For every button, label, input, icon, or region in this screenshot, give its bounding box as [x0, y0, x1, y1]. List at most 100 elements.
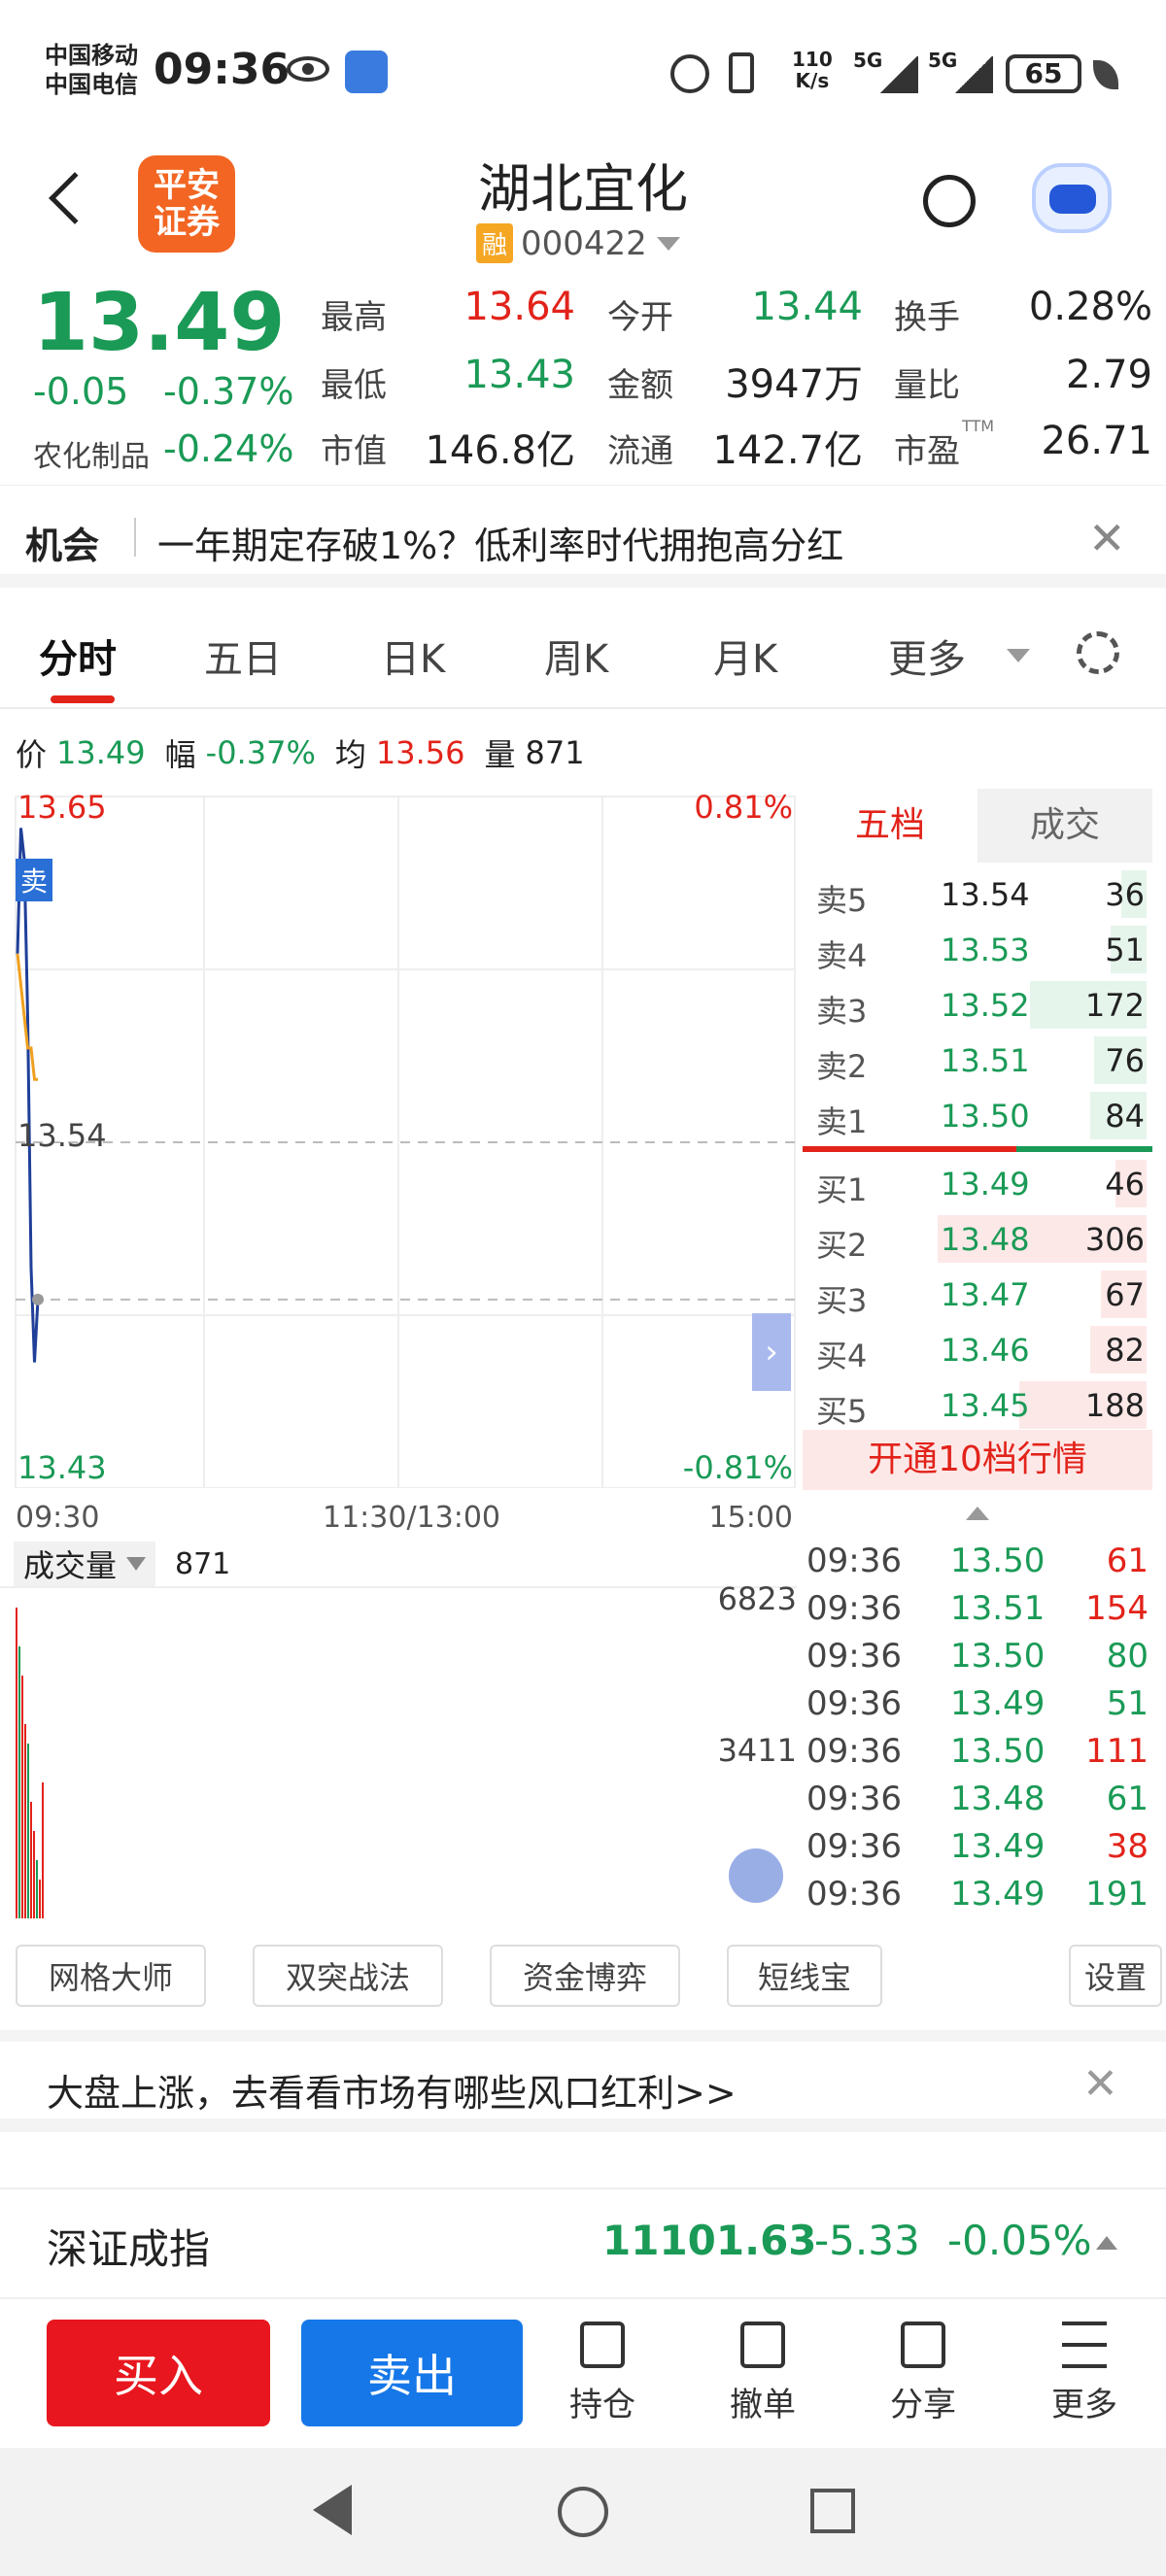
book-divider-green	[1016, 1146, 1152, 1152]
tab-period-1[interactable]: 五日	[204, 627, 282, 684]
volume-chart[interactable]: 成交量 871 6823 3411	[0, 1540, 797, 1918]
bid-level-row[interactable]: 买2 13.48 306	[803, 1211, 1152, 1267]
intraday-chart-svg	[15, 796, 796, 1489]
quote-field-label: 市盈	[894, 432, 960, 471]
opportunity-banner[interactable]: 机会 一年期定存破1%？低利率时代拥抱高分红 ✕	[0, 491, 1166, 588]
quote-field-label: 今开	[607, 298, 673, 337]
expand-panel-icon[interactable]: ›	[752, 1313, 791, 1391]
alarm-icon	[670, 54, 709, 93]
bid-level-row[interactable]: 买3 13.47 67	[803, 1267, 1152, 1322]
stock-code-row[interactable]: 融 000422	[476, 223, 680, 263]
settings-gear-icon[interactable]	[1077, 631, 1119, 674]
tool-button-4[interactable]: 设置	[1069, 1945, 1162, 2007]
info-amp: -0.37%	[205, 734, 316, 771]
ask-level-volume: 172	[1084, 987, 1145, 1024]
tick-volume: 80	[1106, 1637, 1149, 1676]
robot-assistant-icon[interactable]	[1032, 163, 1112, 233]
volume-bar	[16, 1608, 17, 1918]
search-icon[interactable]	[923, 175, 976, 227]
tool-button-0[interactable]: 网格大师	[16, 1945, 206, 2007]
nav-recents-icon[interactable]	[810, 2489, 855, 2533]
tick-volume: 51	[1106, 1684, 1149, 1723]
clipboard-icon	[580, 2322, 625, 2368]
quote-field-label: 最低	[321, 366, 387, 405]
signal-5g-1: 5G	[853, 49, 883, 72]
tool-button-1[interactable]: 双突战法	[253, 1945, 443, 2007]
more-label: 更多	[1051, 2386, 1117, 2424]
signal-bars-icon	[954, 56, 993, 93]
tick-price: 13.48	[950, 1779, 1046, 1818]
chevron-down-icon	[126, 1557, 147, 1571]
tick-time: 09:36	[806, 1779, 902, 1818]
volume-label: 成交量	[23, 1547, 118, 1584]
bid-level-row[interactable]: 买1 13.49 46	[803, 1156, 1152, 1211]
tick-volume: 61	[1106, 1779, 1149, 1818]
buy-button[interactable]: 买入	[47, 2320, 270, 2426]
trade-action-bar: 买入 卖出 持仓 撤单 分享 更多	[0, 2302, 1166, 2448]
price-change-pct: -0.37%	[163, 370, 294, 413]
detail-subtabs	[0, 2149, 1166, 2187]
index-ticker[interactable]: 深证成指 11101.63 -5.33 -0.05%	[0, 2187, 1166, 2299]
sector-name[interactable]: 农化制品	[33, 432, 150, 475]
close-icon[interactable]: ✕	[1082, 2059, 1118, 2109]
ask-level-row[interactable]: 卖3 13.52 172	[803, 977, 1152, 1033]
ask-level-volume: 84	[1105, 1098, 1145, 1135]
vibrate-icon	[729, 52, 754, 93]
tab-period-3[interactable]: 周K	[544, 627, 608, 684]
crosshair-info: 价 13.49 幅 -0.37% 均 13.56 量 871	[0, 711, 1166, 789]
volume-bar	[18, 1646, 20, 1918]
tab-period-4[interactable]: 月K	[713, 627, 777, 684]
tick-row: 09:36 13.50 61	[803, 1538, 1152, 1585]
book-divider-red	[803, 1146, 1016, 1152]
tab-trades[interactable]: 成交	[977, 789, 1152, 863]
tool-button-3[interactable]: 短线宝	[727, 1945, 882, 2007]
nav-back-icon[interactable]	[313, 2485, 352, 2535]
volume-bar	[42, 1782, 44, 1918]
sector-change-pct: -0.24%	[163, 427, 294, 470]
intraday-chart[interactable]: 13.65 0.81% 13.54 13.43 -0.81% 卖 ›	[0, 789, 797, 1489]
cancel-order-button[interactable]: 撤单	[704, 2322, 821, 2425]
bid-level-row[interactable]: 买4 13.46 82	[803, 1322, 1152, 1377]
close-icon[interactable]: ✕	[1088, 512, 1126, 564]
chart-bottom-pct: -0.81%	[682, 1449, 793, 1486]
tick-price: 13.50	[950, 1732, 1046, 1771]
chevron-down-icon	[656, 236, 680, 251]
tab-period-0[interactable]: 分时	[39, 627, 117, 684]
tick-volume: 111	[1085, 1732, 1149, 1771]
share-button[interactable]: 分享	[865, 2322, 981, 2425]
back-icon[interactable]	[49, 172, 101, 224]
news-headline[interactable]: 一年期定存破1%？低利率时代拥抱高分红	[157, 516, 843, 569]
tick-volume: 191	[1085, 1875, 1149, 1914]
market-promo-banner[interactable]: 大盘上涨，去看看市场有哪些风口红利>> ✕	[0, 2030, 1166, 2132]
more-button[interactable]: 更多	[1026, 2322, 1143, 2425]
ask-level-row[interactable]: 卖5 13.54 36	[803, 866, 1152, 922]
bid-level-label: 买4	[816, 1338, 868, 1374]
ask-level-row[interactable]: 卖1 13.50 84	[803, 1088, 1152, 1143]
tick-row: 09:36 13.49 51	[803, 1680, 1152, 1728]
tab-period-5[interactable]: 更多	[888, 627, 966, 684]
tab-five-levels[interactable]: 五档	[803, 789, 977, 863]
tool-button-2[interactable]: 资金博弈	[490, 1945, 680, 2007]
tick-price: 13.49	[950, 1875, 1046, 1914]
logo-line-1: 平安	[154, 166, 220, 205]
bid-level-row[interactable]: 买5 13.45 188	[803, 1377, 1152, 1433]
volume-value: 871	[175, 1547, 231, 1581]
tick-time: 09:36	[806, 1542, 902, 1580]
fullscreen-icon[interactable]	[729, 1848, 783, 1903]
upgrade-level10-button[interactable]: 开通10档行情	[803, 1430, 1152, 1490]
ask-level-price: 13.51	[941, 1042, 1030, 1079]
volume-indicator-select[interactable]: 成交量	[14, 1542, 156, 1586]
chevron-up-icon[interactable]	[1096, 2236, 1117, 2250]
nav-home-icon[interactable]	[558, 2487, 608, 2537]
quote-panel: 13.49 -0.05 -0.37% 农化制品 -0.24% 最高 13.64 今开…	[0, 277, 1166, 486]
promo-text[interactable]: 大盘上涨，去看看市场有哪些风口红利>>	[47, 2063, 737, 2117]
ask-level-row[interactable]: 卖4 13.53 51	[803, 922, 1152, 977]
tab-period-2[interactable]: 日K	[381, 627, 445, 684]
ask-level-row[interactable]: 卖2 13.51 76	[803, 1033, 1152, 1088]
holdings-button[interactable]: 持仓	[544, 2322, 661, 2425]
tick-time: 09:36	[806, 1875, 902, 1914]
last-price: 13.49	[33, 277, 286, 369]
app-notification-icon	[345, 51, 388, 93]
sell-button[interactable]: 卖出	[301, 2320, 523, 2426]
quote-field-value: 146.8亿	[425, 428, 575, 473]
